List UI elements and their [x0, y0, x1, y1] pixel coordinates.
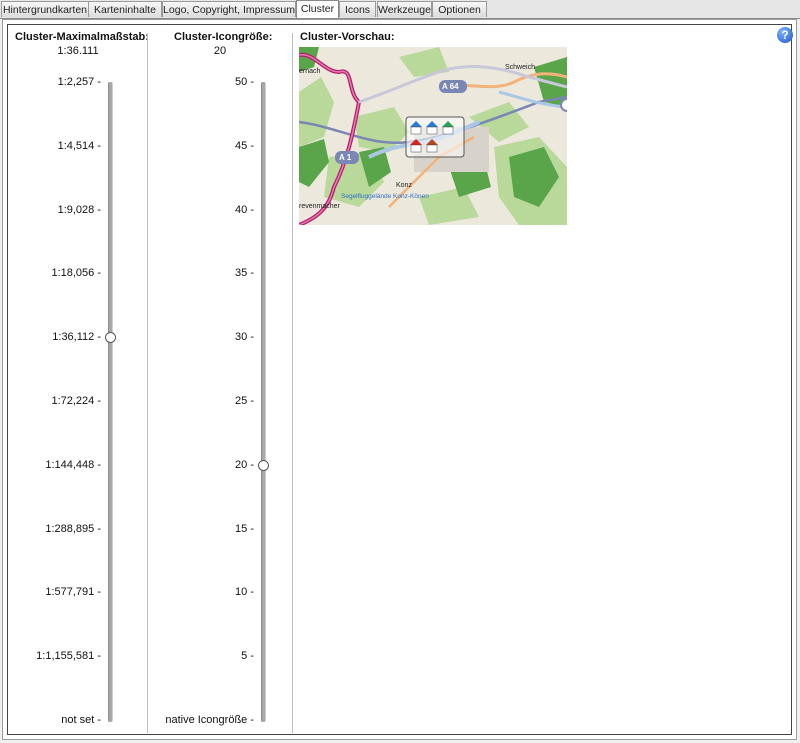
- max-scale-tick-label: 1:1,155,581 -: [36, 650, 101, 663]
- max-scale-title: Cluster-Maximalmaßstab:: [15, 31, 149, 43]
- icon-size-tick-label: 45 -: [235, 139, 254, 152]
- tab-werkzeuge[interactable]: Werkzeuge: [377, 1, 432, 17]
- tab-icons[interactable]: Icons: [339, 1, 376, 17]
- column-divider: [292, 33, 293, 733]
- icon-size-current-value: 20: [213, 45, 227, 57]
- map-label: Schweich: [505, 64, 535, 71]
- icon-size-tick-label: 40 -: [235, 203, 254, 216]
- icon-size-slider-track[interactable]: [261, 82, 266, 722]
- icon-size-tick-label: 20 -: [235, 458, 254, 471]
- tab-karteninhalte[interactable]: Karteninhalte: [88, 1, 162, 17]
- max-scale-tick-label: 1:72,224 -: [51, 395, 101, 407]
- max-scale-tick-label: 1:577,791 -: [45, 586, 101, 599]
- icon-size-tick-label: 35 -: [235, 267, 254, 280]
- map-label: A 1: [339, 153, 352, 162]
- icon-size-tick-label: 30 -: [235, 331, 254, 344]
- max-scale-tick-label: not set -: [61, 714, 101, 726]
- tab-optionen[interactable]: Optionen: [432, 1, 487, 17]
- icon-size-tick-label: 10 -: [235, 586, 254, 599]
- icon-size-tick-label: 25 -: [235, 395, 254, 407]
- cluster-preview-map: ernach Schweich A 64 A 1 Konz revenmache…: [299, 47, 567, 225]
- tab-logo-copyright-impressum[interactable]: Logo, Copyright, Impressum: [162, 1, 296, 17]
- max-scale-tick-label: 1:2,257 -: [57, 76, 101, 88]
- icon-size-slider-handle[interactable]: [258, 459, 269, 471]
- max-scale-tick-label: 1:144,448 -: [45, 458, 101, 471]
- icon-size-tick-label: native Icongröße -: [165, 714, 254, 726]
- max-scale-tick-label: 1:9,028 -: [57, 203, 101, 216]
- max-scale-tick-label: 1:36,112 -: [52, 331, 101, 344]
- tab-bar: Hintergrundkarten Karteninhalte Logo, Copy…: [0, 0, 800, 19]
- max-scale-current-value: 1:36.111: [57, 45, 99, 57]
- icon-size-tick-label: 5 -: [241, 650, 254, 663]
- icon-size-title: Cluster-Icongröße:: [174, 31, 273, 43]
- max-scale-tick-label: 1:18,056 -: [51, 267, 101, 280]
- preview-title: Cluster-Vorschau:: [300, 31, 395, 43]
- icon-size-tick-label: 50 -: [235, 76, 254, 88]
- tab-cluster[interactable]: Cluster: [296, 0, 339, 18]
- max-scale-slider-track[interactable]: [108, 82, 113, 722]
- map-label: A 64: [442, 82, 459, 91]
- icon-size-tick-label: 15 -: [235, 522, 254, 535]
- tab-hintergrundkarten[interactable]: Hintergrundkarten: [1, 1, 89, 17]
- help-icon[interactable]: ?: [777, 27, 793, 43]
- map-label: Segelfluggelände Konz-Könen: [341, 193, 429, 200]
- max-scale-tick-label: 1:4,514 -: [57, 139, 101, 152]
- map-label: ernach: [299, 68, 321, 75]
- map-label: Konz: [396, 182, 412, 189]
- map-label: revenmacher: [299, 203, 340, 210]
- max-scale-tick-label: 1:288,895 -: [45, 522, 101, 535]
